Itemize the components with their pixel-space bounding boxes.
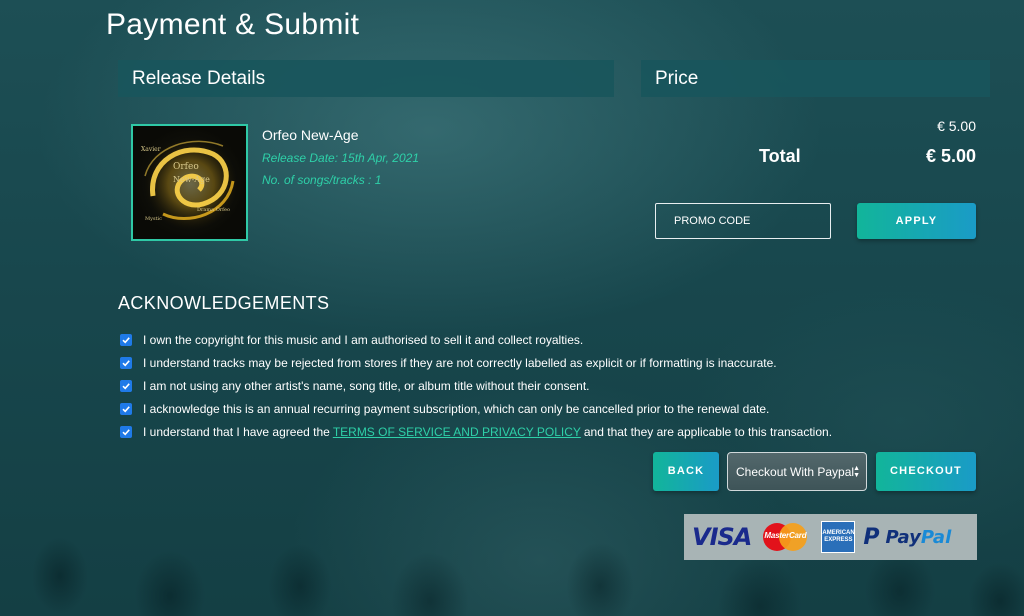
ack-item-copyright: I own the copyright for this music and I… bbox=[120, 332, 583, 348]
album-cover: Xavier Orfeo New-Age Drama Orfeo Mystic bbox=[131, 124, 248, 241]
page-title: Payment & Submit bbox=[106, 8, 360, 41]
ack-text: I acknowledge this is an annual recurrin… bbox=[143, 402, 770, 416]
ack-text-after: and that they are applicable to this tra… bbox=[583, 425, 833, 439]
acknowledgements-title: ACKNOWLEDGEMENTS bbox=[118, 293, 330, 313]
ack-item-subscription: I acknowledge this is an annual recurrin… bbox=[120, 401, 769, 417]
total-label: Total bbox=[759, 146, 801, 166]
ack-checkbox[interactable] bbox=[120, 403, 132, 415]
amex-logo: AMERICAN EXPRESS bbox=[821, 521, 856, 553]
check-icon bbox=[122, 337, 130, 344]
release-title: Orfeo New-Age bbox=[262, 127, 359, 143]
apply-promo-button[interactable]: APPLY bbox=[857, 203, 976, 239]
cover-text-3: New-Age bbox=[173, 175, 210, 184]
promo-code-input[interactable] bbox=[655, 203, 831, 239]
check-icon bbox=[122, 429, 130, 436]
payment-method-value: Checkout With Paypal bbox=[736, 465, 855, 479]
total-price: € 5.00 bbox=[925, 146, 976, 166]
paypal-icon: P bbox=[863, 524, 880, 550]
track-count: No. of songs/tracks : 1 bbox=[262, 173, 382, 187]
payment-logos: VISA MasterCard AMERICAN EXPRESS P PayPa… bbox=[684, 514, 977, 560]
visa-logo: VISA bbox=[692, 523, 752, 551]
ack-checkbox[interactable] bbox=[120, 426, 132, 438]
release-date: Release Date: 15th Apr, 2021 bbox=[262, 151, 419, 165]
check-icon bbox=[122, 360, 130, 367]
cover-text-4: Drama Orfeo bbox=[197, 207, 231, 213]
cover-text-2: Orfeo bbox=[173, 162, 199, 172]
payment-method-select[interactable]: Checkout With Paypal ▲ ▼ bbox=[727, 452, 867, 491]
release-details-header: Release Details bbox=[118, 60, 614, 97]
terms-link[interactable]: TERMS OF SERVICE AND PRIVACY POLICY bbox=[333, 425, 581, 439]
ack-text: I understand tracks may be rejected from… bbox=[143, 356, 777, 370]
ack-text: I am not using any other artist's name, … bbox=[143, 379, 590, 393]
subtotal-price: € 5.00 bbox=[937, 118, 976, 134]
ack-text: I own the copyright for this music and I… bbox=[143, 333, 584, 347]
price-header: Price bbox=[641, 60, 990, 97]
select-arrows-icon: ▲ ▼ bbox=[853, 465, 860, 479]
cover-text-5: Mystic bbox=[145, 216, 162, 222]
checkout-button[interactable]: CHECKOUT bbox=[876, 452, 976, 491]
ack-item-terms: I understand that I have agreed the TERM… bbox=[120, 424, 832, 440]
ack-item-rejection: I understand tracks may be rejected from… bbox=[120, 355, 777, 371]
check-icon bbox=[122, 383, 130, 390]
ack-checkbox[interactable] bbox=[120, 357, 132, 369]
ack-checkbox[interactable] bbox=[120, 334, 132, 346]
back-button[interactable]: BACK bbox=[653, 452, 719, 491]
mastercard-logo: MasterCard bbox=[761, 522, 809, 552]
ack-text-before: I understand that I have agreed the bbox=[143, 425, 330, 439]
ack-item-artist-name: I am not using any other artist's name, … bbox=[120, 378, 590, 394]
ack-checkbox[interactable] bbox=[120, 380, 132, 392]
cover-text-1: Xavier bbox=[141, 146, 161, 153]
check-icon bbox=[122, 406, 130, 413]
paypal-logo: PayPal bbox=[885, 526, 952, 548]
